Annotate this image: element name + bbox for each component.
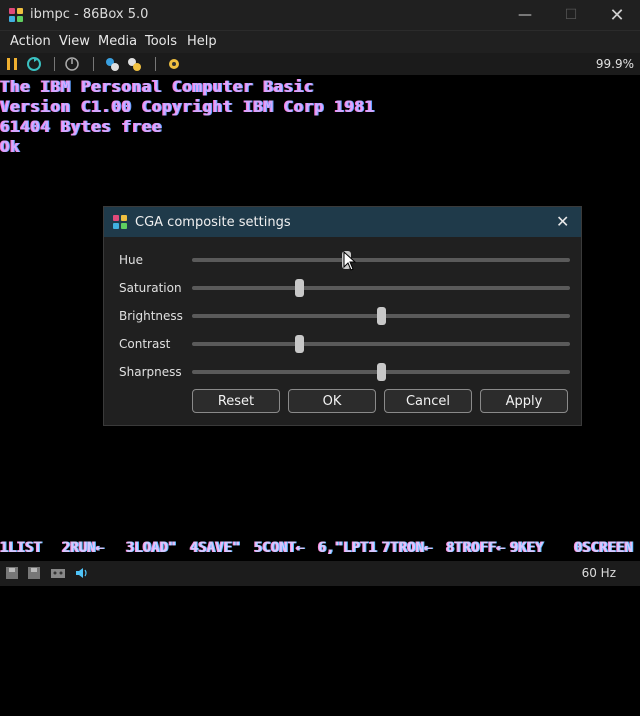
screen-line: The IBM Personal Computer Basic [0,77,315,96]
fkey-label: 1LIST [0,540,43,556]
reset-button[interactable]: Reset [192,389,280,413]
ok-button[interactable]: OK [288,389,376,413]
contrast-label: Contrast [119,337,171,351]
slider-thumb[interactable] [295,279,305,297]
basic-function-keys: 1LIST 2RUN← 3LOAD" 4SAVE" 5CONT← 6,"LPT1… [0,540,640,560]
fkey-label: 7TRON← [382,540,433,556]
hue-label: Hue [119,253,144,267]
hue-slider[interactable] [192,251,570,269]
toolbar: 99.9% [0,53,640,75]
screen-line: 61404 Bytes free [0,117,163,136]
screen-line: Version C1.00 Copyright IBM Corp 1981 [0,97,375,116]
sharpness-slider[interactable] [192,363,570,381]
brightness-label: Brightness [119,309,183,323]
menu-help[interactable]: Help [187,34,217,49]
floppy-drive-icon[interactable] [26,565,42,581]
fkey-label: 4SAVE" [190,540,241,556]
cancel-button[interactable]: Cancel [384,389,472,413]
slider-thumb[interactable] [376,307,386,325]
reset-icon[interactable] [26,56,42,72]
ctrl-alt-del-icon[interactable] [64,56,80,72]
dialog-title: CGA composite settings [135,215,291,230]
cassette-icon[interactable] [50,565,66,581]
contrast-slider[interactable] [192,335,570,353]
fkey-label: 9KEY [510,540,544,556]
emulation-speed: 99.9% [595,57,634,71]
fkey-label: 0SCREEN [574,540,634,556]
brightness-slider[interactable] [192,307,570,325]
refresh-rate: 60 Hz [581,566,616,580]
mouse-cursor-icon [343,251,357,271]
86box-app-icon [9,8,23,22]
86box-app-icon [113,215,127,229]
dialog-close-button[interactable]: ✕ [556,212,569,231]
maximize-button[interactable]: ☐ [548,0,594,30]
dialog-titlebar: CGA composite settings ✕ [104,207,581,237]
fkey-label: 6,"LPT1 [318,540,378,556]
saturation-label: Saturation [119,281,182,295]
floppy-drive-icon[interactable] [4,565,20,581]
fkey-label: 5CONT← [254,540,305,556]
saturation-slider[interactable] [192,279,570,297]
menu-action[interactable]: Action [10,34,51,49]
status-bar: 60 Hz [0,561,640,586]
screen-line: Ok [0,137,21,156]
toolbar-separator [155,57,156,71]
minimize-button[interactable]: — [502,0,548,30]
settings-icon[interactable] [104,56,120,72]
menu-tools[interactable]: Tools [145,34,177,49]
pause-icon[interactable] [4,56,20,72]
close-window-button[interactable]: ✕ [594,0,640,30]
slider-thumb[interactable] [295,335,305,353]
menu-media[interactable]: Media [98,34,137,49]
hard-reset-icon[interactable] [126,56,142,72]
sound-icon[interactable] [74,565,90,581]
fkey-label: 2RUN← [62,540,105,556]
fkey-label: 3LOAD" [126,540,177,556]
menu-view[interactable]: View [59,34,90,49]
fkey-label: 8TROFF← [446,540,506,556]
cga-composite-dialog: CGA composite settings ✕ Hue Saturation … [103,206,582,426]
slider-thumb[interactable] [376,363,386,381]
sharpness-label: Sharpness [119,365,182,379]
global-settings-icon[interactable] [166,56,182,72]
toolbar-separator [93,57,94,71]
window-titlebar: ibmpc - 86Box 5.0 — ☐ ✕ [0,0,640,30]
apply-button[interactable]: Apply [480,389,568,413]
menu-bar: Action View Media Tools Help [0,30,640,53]
window-title: ibmpc - 86Box 5.0 [30,7,149,22]
toolbar-separator [54,57,55,71]
